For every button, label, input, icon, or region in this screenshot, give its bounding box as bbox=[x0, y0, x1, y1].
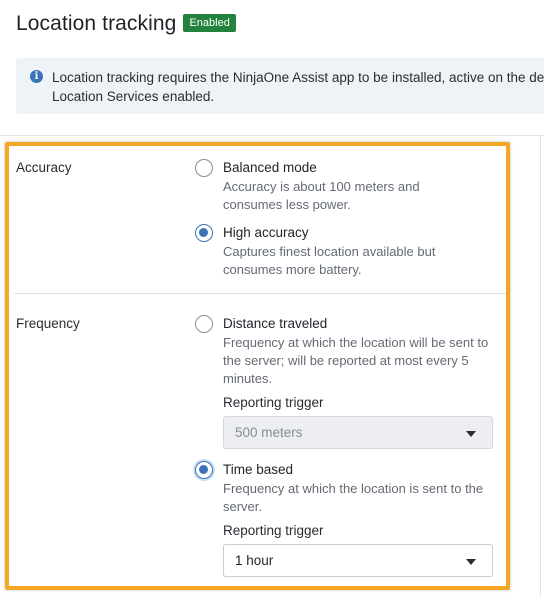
info-line-1: Location tracking requires the NinjaOne … bbox=[52, 70, 544, 85]
info-line-2: Location Services enabled. bbox=[52, 89, 215, 104]
status-badge: Enabled bbox=[183, 14, 236, 32]
page-header: Location tracking Enabled bbox=[16, 12, 236, 36]
section-divider-top bbox=[0, 135, 544, 136]
info-banner: i Location tracking requires the NinjaOn… bbox=[16, 58, 544, 114]
panel-edge bbox=[540, 136, 541, 596]
highlight-frame bbox=[5, 142, 510, 590]
info-circle-icon: i bbox=[30, 70, 43, 83]
info-banner-text: Location tracking requires the NinjaOne … bbox=[52, 68, 544, 106]
page-title: Location tracking bbox=[16, 12, 177, 35]
